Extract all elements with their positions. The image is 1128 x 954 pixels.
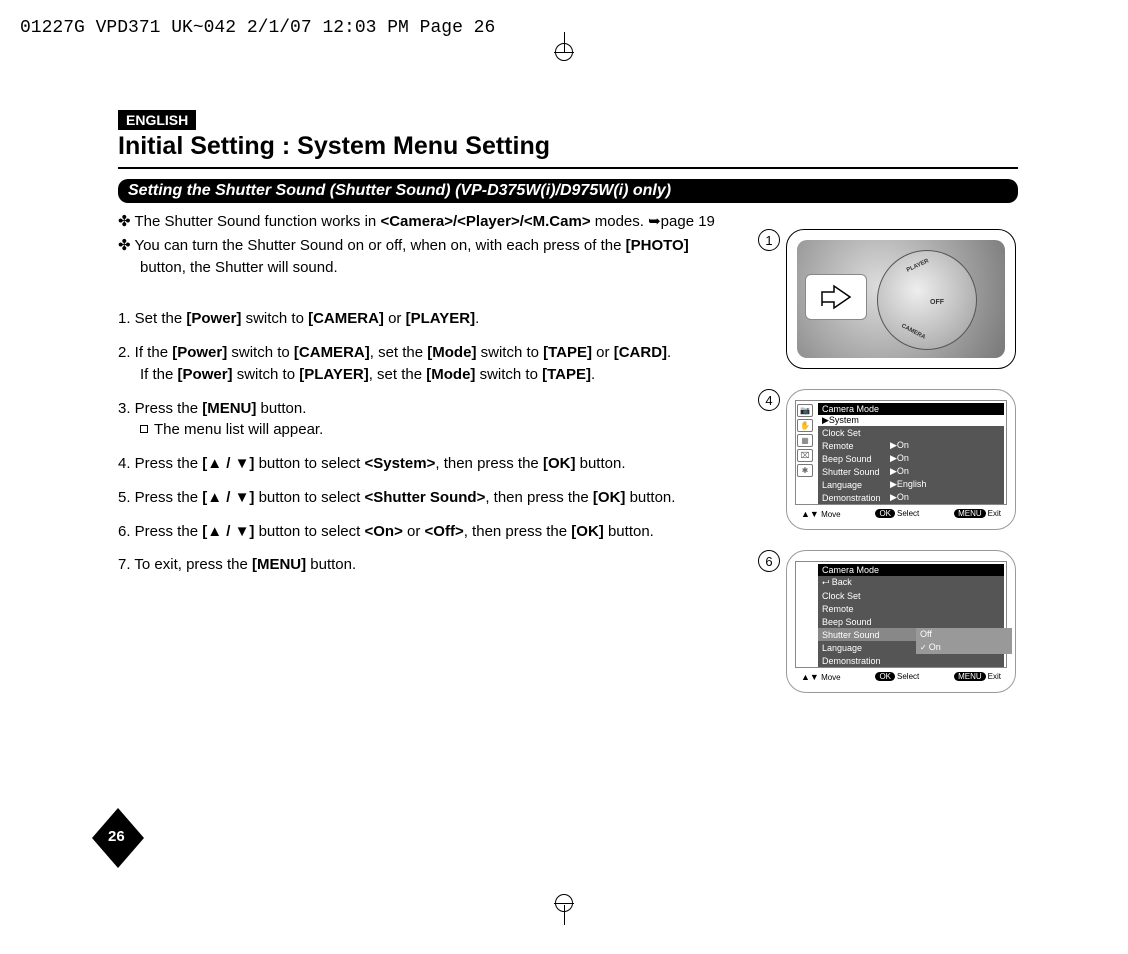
menu-row: Remote [818,602,1004,615]
print-job-header: 01227G VPD371 UK~042 2/1/07 12:03 PM Pag… [20,18,495,38]
menu-category-icons: 📷 ✋ ▦ ⌧ ✱ [797,404,817,477]
dial-label-off: OFF [930,299,944,306]
intro-line-2: ✤ You can turn the Shutter Sound on or o… [118,235,728,279]
step-7: 7. To exit, press the [MENU] button. [118,554,728,576]
menu-row: Beep Sound▶On [818,452,1004,465]
page-number: 26 [108,828,125,845]
page-ref: modes. ➥page 19 [591,213,715,230]
page-title: Initial Setting : System Menu Setting [118,132,1018,161]
updown-icon: ▲▼ [801,509,819,519]
figure-number: 6 [758,550,780,572]
figure-1: 1 PLAYER OFF CAMERA [758,229,1018,369]
camera-icon: 📷 [797,404,813,417]
dial-label-camera: CAMERA [900,323,926,341]
gear-icon: ✱ [797,464,813,477]
step-6: 6. Press the [▲ / ▼] button to select <O… [118,521,728,543]
language-badge: ENGLISH [118,110,196,130]
text: ✤ The Shutter Sound function works in [118,213,380,230]
figures-column: 1 PLAYER OFF CAMERA 4 [758,211,1018,713]
figure-number: 1 [758,229,780,251]
button-name: [PHOTO] [626,237,689,254]
step-1: 1. Set the [Power] switch to [CAMERA] or… [118,308,728,330]
step-2: 2. If the [Power] switch to [CAMERA], se… [118,342,728,386]
menu-back: ⮠ Back [818,576,1004,589]
tv-icon: ⌧ [797,449,813,462]
step-4: 4. Press the [▲ / ▼] button to select <S… [118,453,728,475]
text: ✤ You can turn the Shutter Sound on or o… [118,237,626,254]
dial-label-player: PLAYER [906,258,930,273]
crop-mark [555,894,573,912]
menu-screen-system: 📷 ✋ ▦ ⌧ ✱ Camera Mode ▶System Clock Set … [786,389,1016,530]
body-text: ✤ The Shutter Sound function works in <C… [118,211,728,713]
text: button, the Shutter will sound. [118,257,338,279]
menu-row: Clock Set [818,589,1004,602]
menu-title: Camera Mode [818,564,1004,576]
menu-row: Demonstration▶On [818,491,1004,504]
figure-6: 6 📷 ✋ ▦ ⌧ ✱ Camera Mode ⮠ Back Clock Set… [758,550,1018,693]
menu-row: Remote▶On [818,439,1004,452]
crop-mark [555,43,573,61]
menu-row: Clock Set [818,426,1004,439]
menu-options-popover: Off On [916,628,1012,654]
menu-pill: MENU [954,672,986,681]
menu-screen-shutter: 📷 ✋ ▦ ⌧ ✱ Camera Mode ⮠ Back Clock Set R… [786,550,1016,693]
step-5: 5. Press the [▲ / ▼] button to select <S… [118,487,728,509]
menu-row: Language▶English [818,478,1004,491]
menu-footer: ▲▼ Move OKSelect MENUExit [797,507,1005,521]
option-off: Off [916,628,1012,641]
power-switch-illustration: PLAYER OFF CAMERA [786,229,1016,369]
menu-row: Beep Sound [818,615,1004,628]
menu-row: Demonstration [818,654,1004,667]
page-content: ENGLISH Initial Setting : System Menu Se… [118,110,1018,713]
intro-line-1: ✤ The Shutter Sound function works in <C… [118,211,728,233]
section-heading: Setting the Shutter Sound (Shutter Sound… [118,179,1018,203]
menu-title: Camera Mode [818,403,1004,415]
switch-lever-icon [805,274,867,320]
figure-4: 4 📷 ✋ ▦ ⌧ ✱ Camera Mode ▶System Clock Se… [758,389,1018,530]
option-on: On [916,641,1012,654]
title-rule [118,167,1018,169]
menu-subtitle: ▶System [818,415,1004,426]
ok-pill: OK [875,672,895,681]
hand-icon: ✋ [797,419,813,432]
menu-pill: MENU [954,509,986,518]
figure-number: 4 [758,389,780,411]
step-3: 3. Press the [MENU] button. The menu lis… [118,398,728,442]
mode-dial: PLAYER OFF CAMERA [877,250,977,350]
modes: <Camera>/<Player>/<M.Cam> [380,213,590,230]
ok-pill: OK [875,509,895,518]
updown-icon: ▲▼ [801,672,819,682]
menu-row: Shutter Sound▶On [818,465,1004,478]
square-bullet-icon [140,425,148,433]
menu-footer: ▲▼ Move OKSelect MENUExit [797,670,1005,684]
rec-icon: ▦ [797,434,813,447]
